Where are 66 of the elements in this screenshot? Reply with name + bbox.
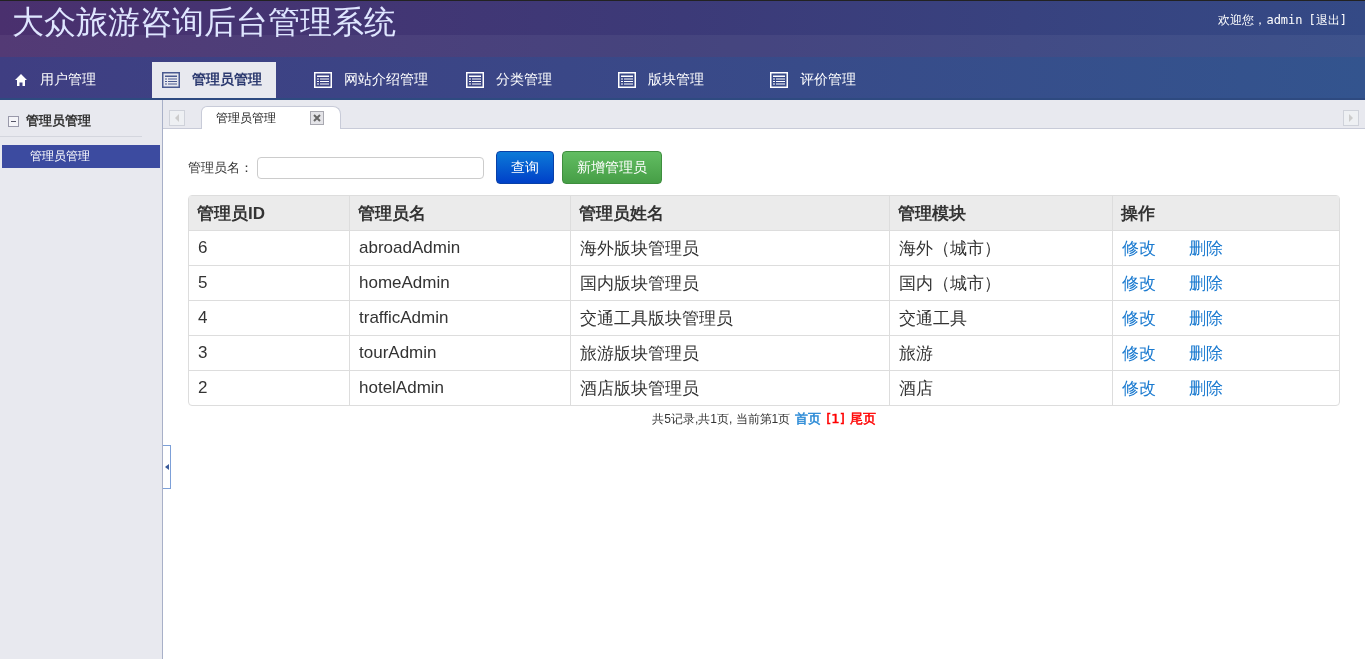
table-cell: 国内（城市） [890,265,1113,300]
list-icon [618,72,636,88]
table-cell: 海外版块管理员 [571,230,890,265]
page-tab[interactable]: 管理员管理 [201,106,341,129]
action-link[interactable]: 修改 [1122,308,1156,328]
nav-tab[interactable]: 用户管理 [4,62,124,98]
pager-link[interactable]: 尾页 [849,411,876,426]
table-cell: 5 [189,265,350,300]
list-icon [314,72,332,88]
scroll-left-icon[interactable] [169,110,185,126]
pager-link[interactable]: 首页 [795,411,822,426]
nav-tab[interactable]: 网站介绍管理 [304,62,428,98]
table-cell: 海外（城市） [890,230,1113,265]
table-cell: homeAdmin [350,265,571,300]
action-link[interactable]: 修改 [1122,343,1156,363]
pager-link[interactable]: [1] [826,411,845,426]
list-icon [162,72,180,88]
nav-tab[interactable]: 版块管理 [608,62,732,98]
column-header: 管理员ID [189,196,350,230]
column-header: 管理模块 [890,196,1113,230]
table-cell: trafficAdmin [350,300,571,335]
system-title: 大众旅游咨询后台管理系统 [11,3,396,42]
action-link[interactable]: 删除 [1189,343,1223,363]
table-cell: 酒店版块管理员 [571,370,890,405]
table-cell: 交通工具 [890,300,1113,335]
collapse-handle[interactable] [163,445,171,489]
nav-tab[interactable]: 分类管理 [456,62,580,98]
home-icon [14,73,28,87]
action-link[interactable]: 删除 [1189,273,1223,293]
logout-link[interactable]: [退出] [1308,12,1347,28]
table-cell: abroadAdmin [350,230,571,265]
close-icon[interactable] [310,111,324,125]
sidebar-item[interactable]: 管理员管理 [2,145,160,168]
action-button[interactable]: 新增管理员 [562,151,662,184]
table-cell: tourAdmin [350,335,571,370]
list-icon [466,72,484,88]
action-link[interactable]: 修改 [1122,238,1156,258]
table-cell: 旅游版块管理员 [571,335,890,370]
action-link[interactable]: 删除 [1189,378,1223,398]
collapse-icon [8,115,19,127]
table-cell: 酒店 [890,370,1113,405]
action-link[interactable]: 删除 [1189,238,1223,258]
table-cell: 2 [189,370,350,405]
scroll-right-icon[interactable] [1343,110,1359,126]
table-cell: 6 [189,230,350,265]
sidebar-group-header[interactable]: 管理员管理 [0,112,142,137]
column-header: 管理员名 [350,196,571,230]
column-header: 操作 [1113,196,1339,230]
table-cell: 4 [189,300,350,335]
search-field[interactable] [257,156,484,179]
table-cell: 国内版块管理员 [571,265,890,300]
table-cell: 3 [189,335,350,370]
table-cell: hotelAdmin [350,370,571,405]
action-button[interactable]: 查询 [496,151,554,184]
nav-tab[interactable]: 管理员管理 [152,62,276,98]
table-cell: 旅游 [890,335,1113,370]
pager-summary: 共5记录,共1页, 当前第1页 [652,412,791,426]
search-label: 管理员名： [188,158,253,177]
action-link[interactable]: 修改 [1122,378,1156,398]
welcome-text: 欢迎您，admin [1218,12,1303,28]
action-link[interactable]: 删除 [1189,308,1223,328]
list-icon [770,72,788,88]
table-cell: 交通工具版块管理员 [571,300,890,335]
column-header: 管理员姓名 [571,196,890,230]
action-link[interactable]: 修改 [1122,273,1156,293]
nav-tab[interactable]: 评价管理 [760,62,884,98]
